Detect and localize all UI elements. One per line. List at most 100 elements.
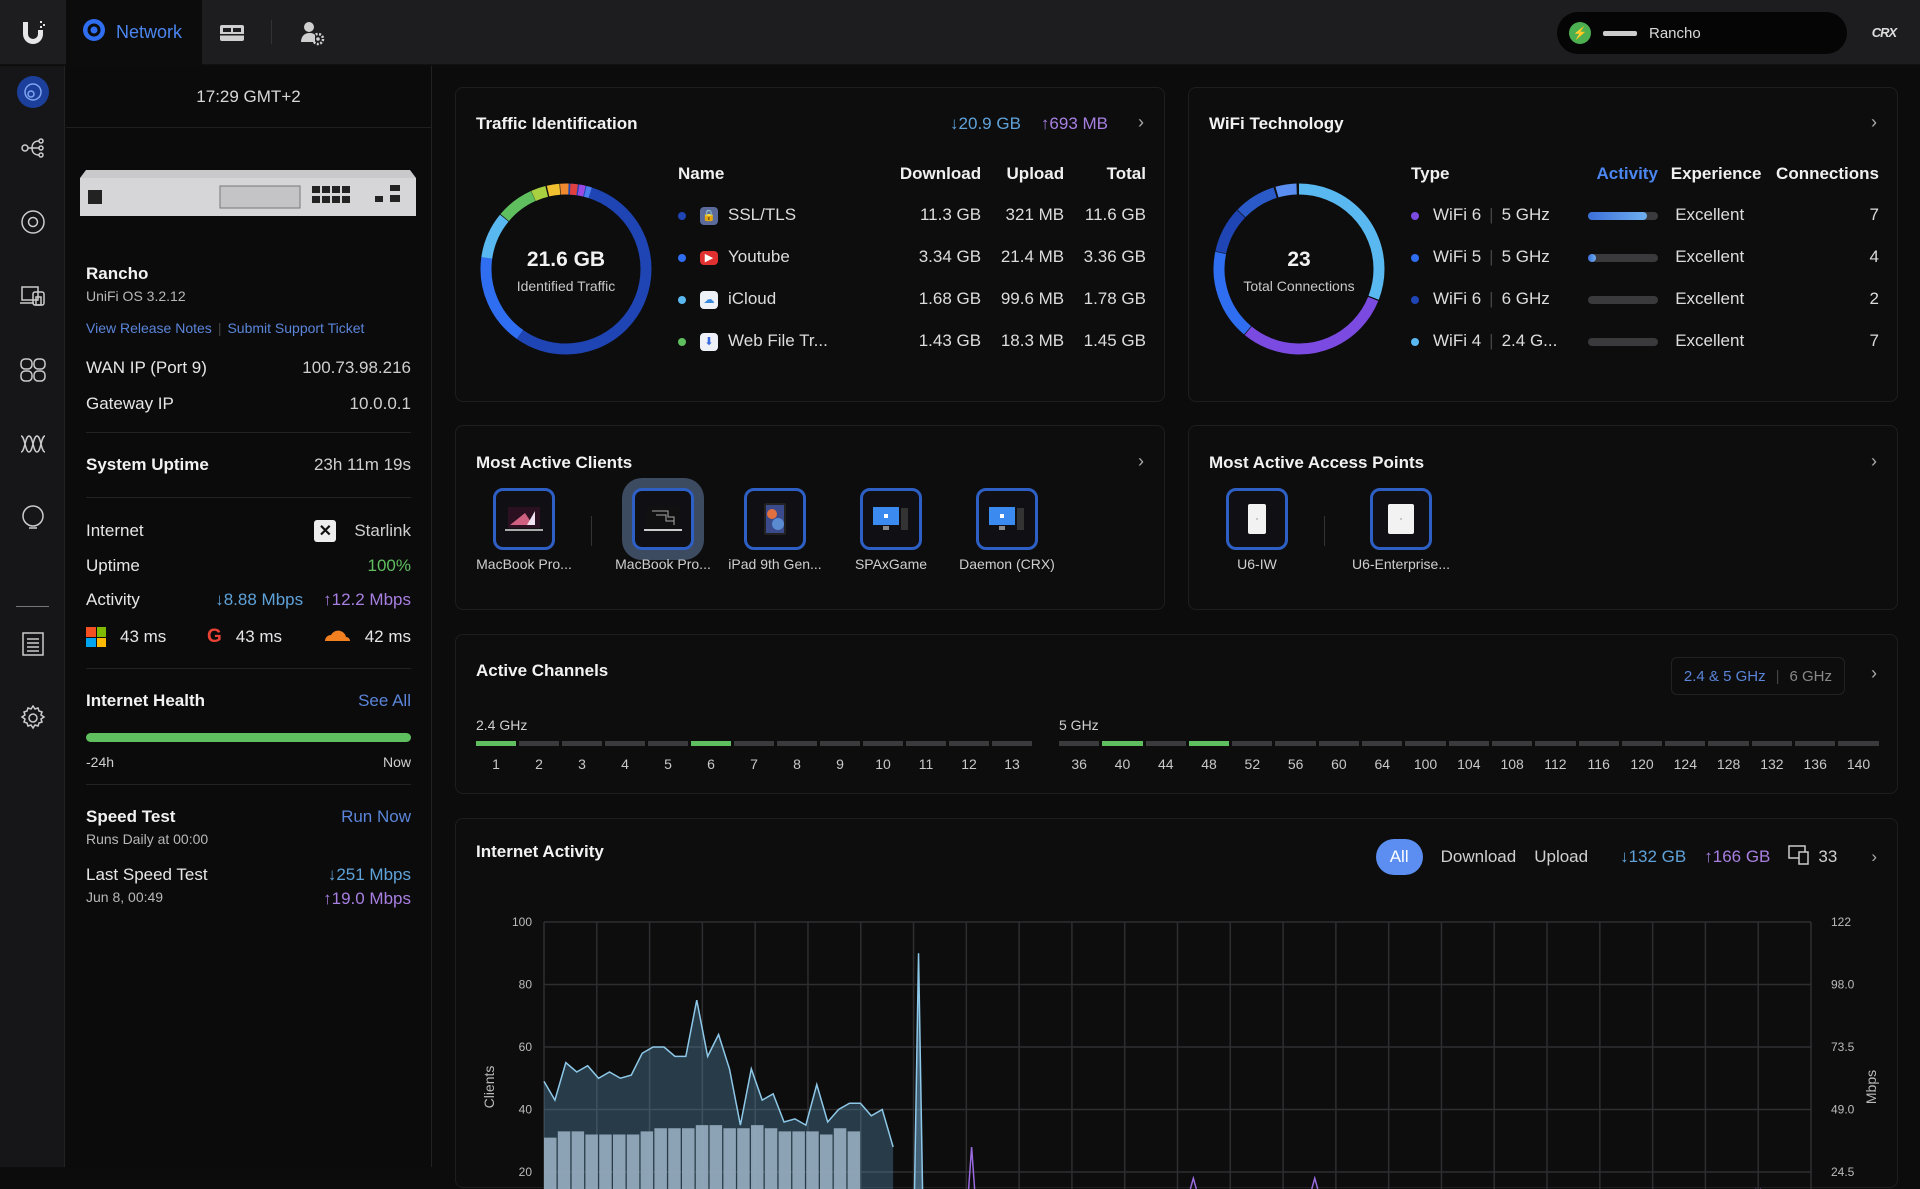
nav-statistics-icon[interactable] <box>17 354 49 386</box>
channel-6[interactable]: 6 <box>691 741 731 772</box>
divider <box>86 784 411 785</box>
channel-44[interactable]: 44 <box>1146 741 1186 772</box>
channel-11[interactable]: 11 <box>906 741 946 772</box>
desktop-pc-icon <box>871 504 911 534</box>
app-download: 1.68 GB <box>875 278 982 320</box>
traffic-row-webfile[interactable]: ⬇Web File Tr... 1.43 GB 18.3 MB 1.45 GB <box>678 320 1146 362</box>
channel-7[interactable]: 7 <box>734 741 774 772</box>
band-toggle-6[interactable]: 6 GHz <box>1789 668 1832 685</box>
channel-116[interactable]: 116 <box>1579 741 1619 772</box>
channel-108[interactable]: 108 <box>1492 741 1532 772</box>
channel-60[interactable]: 60 <box>1319 741 1359 772</box>
col-upload[interactable]: Upload <box>981 154 1064 194</box>
access-point-item[interactable]: U6-Enterprise... <box>1341 488 1461 572</box>
col-activity[interactable]: Activity <box>1578 154 1658 194</box>
nav-client-devices-icon[interactable] <box>17 280 49 312</box>
client-item[interactable]: MacBook Pro... <box>608 488 718 572</box>
channel-number: 12 <box>949 756 989 772</box>
channel-bar <box>1665 741 1705 746</box>
channel-8[interactable]: 8 <box>777 741 817 772</box>
chevron-right-icon[interactable]: › <box>1138 112 1144 133</box>
nav-alerts-icon[interactable] <box>17 502 49 534</box>
legend-dot <box>678 338 686 346</box>
access-point-item[interactable]: U6-IW <box>1202 488 1312 572</box>
wifi-row[interactable]: WiFi 6|6 GHzExcellent2 <box>1411 278 1879 320</box>
wifi-donut-label: Total Connections <box>1213 278 1385 294</box>
col-experience[interactable]: Experience <box>1658 154 1762 194</box>
col-name[interactable]: Name <box>678 154 875 194</box>
channel-56[interactable]: 56 <box>1275 741 1315 772</box>
channels-title[interactable]: Active Channels <box>476 661 608 681</box>
channel-5[interactable]: 5 <box>648 741 688 772</box>
protect-app-icon[interactable] <box>217 18 247 48</box>
download-spike <box>915 953 923 1189</box>
col-download[interactable]: Download <box>875 154 982 194</box>
nav-topology-icon[interactable] <box>17 132 49 164</box>
traffic-title[interactable]: Traffic Identification <box>476 114 638 134</box>
user-settings-icon[interactable] <box>297 18 327 48</box>
client-item[interactable]: MacBook Pro... <box>469 488 579 572</box>
channel-13[interactable]: 13 <box>992 741 1032 772</box>
tab-network[interactable]: Network <box>66 0 202 65</box>
channel-2[interactable]: 2 <box>519 741 559 772</box>
traffic-row-icloud[interactable]: ☁iCloud 1.68 GB 99.6 MB 1.78 GB <box>678 278 1146 320</box>
wifi-title[interactable]: WiFi Technology <box>1209 114 1344 134</box>
client-item[interactable]: iPad 9th Gen... <box>720 488 830 572</box>
channel-64[interactable]: 64 <box>1362 741 1402 772</box>
channel-9[interactable]: 9 <box>820 741 860 772</box>
chevron-right-icon[interactable]: › <box>1871 112 1877 133</box>
channel-3[interactable]: 3 <box>562 741 602 772</box>
channel-52[interactable]: 52 <box>1232 741 1272 772</box>
nav-insights-icon[interactable] <box>17 428 49 460</box>
channel-132[interactable]: 132 <box>1752 741 1792 772</box>
channel-40[interactable]: 40 <box>1102 741 1142 772</box>
chevron-right-icon[interactable]: › <box>1871 451 1877 472</box>
wifi-row[interactable]: WiFi 6|5 GHzExcellent7 <box>1411 194 1879 236</box>
access-points-title[interactable]: Most Active Access Points <box>1209 453 1424 473</box>
system-uptime-value: 23h 11m 19s <box>314 455 411 475</box>
see-all-link[interactable]: See All <box>358 691 411 711</box>
divider <box>86 497 411 498</box>
channel-48[interactable]: 48 <box>1189 741 1229 772</box>
nav-settings-icon[interactable] <box>17 702 49 734</box>
nav-dashboard-icon[interactable] <box>17 76 49 108</box>
channel-136[interactable]: 136 <box>1795 741 1835 772</box>
chevron-right-icon[interactable]: › <box>1871 663 1877 684</box>
band-toggle-24-5[interactable]: 2.4 & 5 GHz <box>1684 668 1766 685</box>
nav-unifi-devices-icon[interactable] <box>17 206 49 238</box>
channel-10[interactable]: 10 <box>863 741 903 772</box>
console-selector[interactable]: ⚡ Rancho <box>1557 12 1847 54</box>
channel-140[interactable]: 140 <box>1838 741 1878 772</box>
channel-112[interactable]: 112 <box>1535 741 1575 772</box>
unifi-logo[interactable] <box>0 0 65 65</box>
channel-number: 9 <box>820 756 860 772</box>
clients-title[interactable]: Most Active Clients <box>476 453 632 473</box>
channel-36[interactable]: 36 <box>1059 741 1099 772</box>
y-axis-label: Clients <box>481 1066 497 1109</box>
google-icon: G <box>207 626 222 648</box>
wifi-row[interactable]: WiFi 5|5 GHzExcellent4 <box>1411 236 1879 278</box>
col-total[interactable]: Total <box>1064 154 1146 194</box>
channel-100[interactable]: 100 <box>1405 741 1445 772</box>
channel-120[interactable]: 120 <box>1622 741 1662 772</box>
channel-number: 36 <box>1059 756 1099 772</box>
wifi-row[interactable]: WiFi 4|2.4 G...Excellent7 <box>1411 320 1879 362</box>
channel-128[interactable]: 128 <box>1708 741 1748 772</box>
traffic-row-ssl[interactable]: 🔒SSL/TLS 11.3 GB 321 MB 11.6 GB <box>678 194 1146 236</box>
traffic-row-youtube[interactable]: ▶Youtube 3.34 GB 21.4 MB 3.36 GB <box>678 236 1146 278</box>
nav-logs-icon[interactable] <box>17 628 49 660</box>
submit-support-ticket-link[interactable]: Submit Support Ticket <box>227 320 364 336</box>
user-avatar[interactable]: CRX <box>1866 20 1902 44</box>
chevron-right-icon[interactable]: › <box>1138 451 1144 472</box>
view-release-notes-link[interactable]: View Release Notes <box>86 320 212 336</box>
col-type[interactable]: Type <box>1411 154 1578 194</box>
channel-4[interactable]: 4 <box>605 741 645 772</box>
channel-1[interactable]: 1 <box>476 741 516 772</box>
client-item[interactable]: SPAxGame <box>836 488 946 572</box>
channel-104[interactable]: 104 <box>1449 741 1489 772</box>
channel-12[interactable]: 12 <box>949 741 989 772</box>
run-now-button[interactable]: Run Now <box>341 807 411 827</box>
channel-124[interactable]: 124 <box>1665 741 1705 772</box>
col-connections[interactable]: Connections <box>1761 154 1879 194</box>
client-item[interactable]: Daemon (CRX) <box>952 488 1062 572</box>
